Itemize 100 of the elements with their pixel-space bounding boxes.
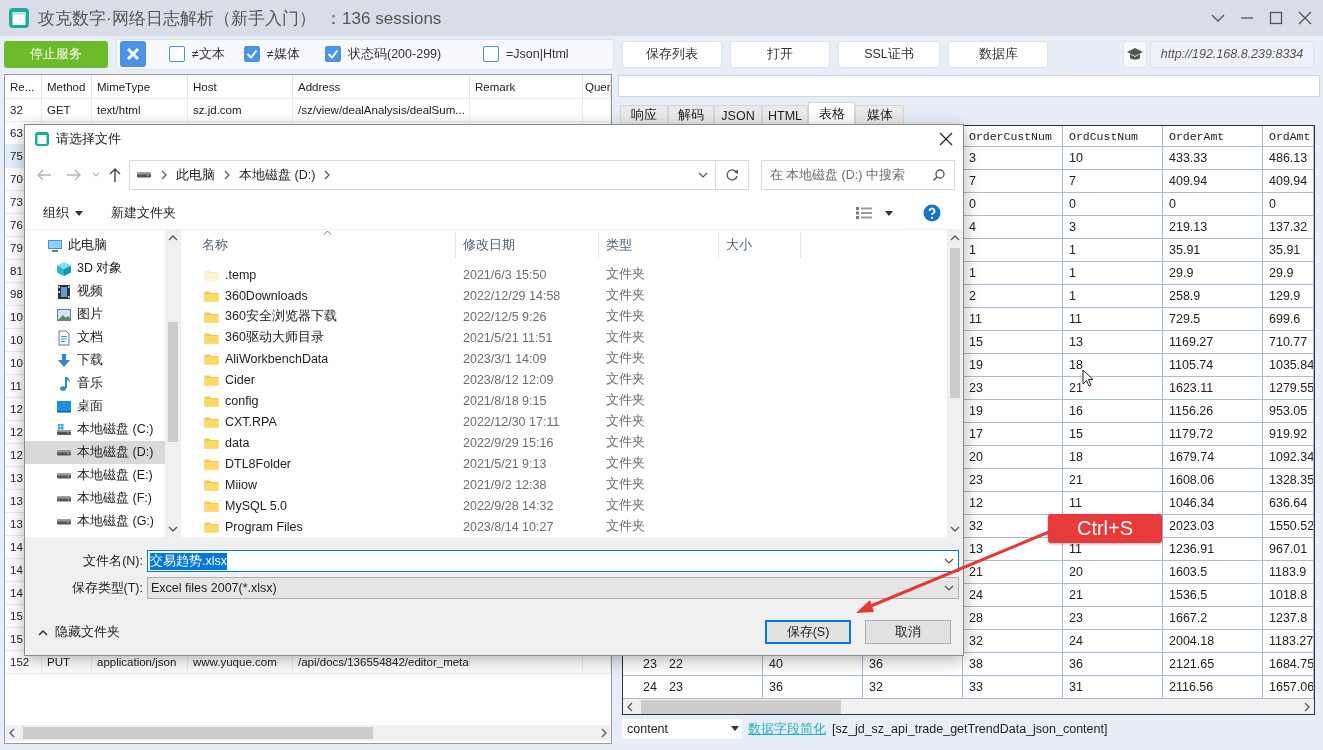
modified-date: 2021/8/18 9:15 bbox=[462, 393, 548, 408]
chevron-right-icon bbox=[223, 170, 231, 180]
file-row[interactable]: AliWorkbenchData 2023/3/1 14:09 文件夹 bbox=[183, 348, 947, 369]
breadcrumb[interactable]: 此电脑 bbox=[176, 166, 215, 184]
search-field[interactable]: 在 本地磁盘 (D:) 中搜索 bbox=[760, 160, 955, 190]
table-cell: 1 bbox=[1069, 243, 1076, 257]
scrollbar-thumb[interactable] bbox=[950, 248, 960, 398]
tab[interactable]: HTML bbox=[762, 105, 808, 125]
checkbox-label: 状态码(200-299) bbox=[348, 45, 442, 63]
table-cell: 29.9 bbox=[1269, 266, 1294, 280]
toolbar-button[interactable]: 保存列表 bbox=[622, 40, 722, 68]
checkbox[interactable] bbox=[483, 46, 499, 62]
tree-item[interactable]: 本地磁盘 (G:) bbox=[25, 510, 165, 533]
tree-item[interactable]: 此电脑 bbox=[25, 234, 165, 257]
close-icon[interactable] bbox=[939, 132, 953, 146]
up-arrow-icon[interactable] bbox=[107, 167, 123, 183]
maximize-icon[interactable] bbox=[1268, 10, 1284, 26]
file-row[interactable]: 360安全浏览器下载 2022/12/5 9:26 文件夹 bbox=[183, 306, 947, 327]
tab[interactable]: 解码 bbox=[668, 105, 714, 125]
tab[interactable]: 响应 bbox=[620, 105, 668, 125]
file-row[interactable]: 360驱动大师目录 2021/5/21 11:51 文件夹 bbox=[183, 327, 947, 348]
file-row[interactable]: DTL8Folder 2021/5/21 9:13 文件夹 bbox=[183, 453, 947, 474]
forward-arrow-icon[interactable] bbox=[65, 167, 83, 183]
table-cell: 1237.8 bbox=[1269, 611, 1308, 625]
file-name: DTL8Folder bbox=[225, 456, 291, 471]
file-row[interactable]: data 2022/9/29 15:16 文件夹 bbox=[183, 432, 947, 453]
table-cell: 10 bbox=[10, 334, 23, 346]
session-row[interactable]: 32 GET text/html sz.jd.com /sz/view/dealAnalysis/dealSum... bbox=[5, 99, 611, 122]
save-button[interactable]: 保存(S) bbox=[765, 620, 851, 644]
server-url-field[interactable]: http://192.168.8.239:8334 bbox=[1150, 40, 1314, 68]
clear-button[interactable] bbox=[120, 41, 146, 67]
table-cell: 3 bbox=[1069, 220, 1076, 234]
tree-item[interactable]: 本地磁盘 (C:) bbox=[25, 418, 165, 441]
tree-item[interactable]: 文档 bbox=[25, 326, 165, 349]
file-name-field[interactable]: 交易趋势.xlsx bbox=[147, 550, 959, 572]
table-cell: 40 bbox=[769, 657, 783, 671]
scrollbar-thumb[interactable] bbox=[641, 699, 841, 714]
column-header[interactable]: 类型 bbox=[606, 236, 632, 254]
tree-item[interactable]: 本地磁盘 (D:) bbox=[25, 441, 165, 464]
file-row[interactable]: 360Downloads 2022/12/29 14:58 文件夹 bbox=[183, 285, 947, 306]
scrollbar[interactable] bbox=[947, 230, 963, 537]
tree-item[interactable]: 本地磁盘 (F:) bbox=[25, 487, 165, 510]
cancel-button[interactable]: 取消 bbox=[865, 620, 951, 644]
help-icon[interactable] bbox=[923, 204, 941, 222]
table-cell: 12 bbox=[969, 496, 983, 510]
file-row[interactable]: Miiow 2021/9/2 12:38 文件夹 bbox=[183, 474, 947, 495]
new-folder-button[interactable]: 新建文件夹 bbox=[111, 204, 176, 222]
table-cell: 98 bbox=[10, 288, 23, 300]
tree-item[interactable]: 视频 bbox=[25, 280, 165, 303]
tab[interactable]: JSON bbox=[714, 105, 762, 125]
file-row[interactable]: CXT.RPA 2022/12/30 17:11 文件夹 bbox=[183, 411, 947, 432]
organize-menu[interactable]: 组织 bbox=[43, 204, 83, 222]
file-type-dropdown[interactable]: Excel files 2007(*.xlsx) bbox=[147, 577, 959, 599]
table-cell: www.yuque.com bbox=[193, 656, 277, 668]
file-type: 文件夹 bbox=[605, 476, 646, 493]
tree-item[interactable]: 本地磁盘 (E:) bbox=[25, 464, 165, 487]
drive-icon bbox=[56, 518, 72, 525]
scrollbar-thumb[interactable] bbox=[23, 727, 373, 739]
tree-item[interactable]: 3D 对象 bbox=[25, 257, 165, 280]
toolbar-button[interactable]: 打开 bbox=[730, 40, 830, 68]
view-options-icon[interactable] bbox=[855, 206, 873, 220]
tree-item[interactable]: 图片 bbox=[25, 303, 165, 326]
back-arrow-icon[interactable] bbox=[35, 167, 53, 183]
column-header[interactable]: 大小 bbox=[726, 236, 752, 254]
file-name: MySQL 5.0 bbox=[225, 498, 288, 513]
file-row[interactable]: Program Files 2023/8/14 10:27 文件夹 bbox=[183, 516, 947, 537]
file-row[interactable]: config 2021/8/18 9:15 文件夹 bbox=[183, 390, 947, 411]
chevron-right-icon bbox=[323, 170, 332, 180]
column-header[interactable]: 名称 bbox=[202, 236, 228, 254]
file-row[interactable]: Cider 2023/8/12 12:09 文件夹 bbox=[183, 369, 947, 390]
caret-down-icon[interactable] bbox=[885, 210, 893, 216]
column-header[interactable]: 修改日期 bbox=[463, 236, 515, 254]
field-dropdown[interactable]: content bbox=[622, 719, 742, 739]
file-row[interactable]: .temp 2021/6/3 15:50 文件夹 bbox=[183, 264, 947, 285]
tree-item[interactable]: 桌面 bbox=[25, 395, 165, 418]
help-button[interactable] bbox=[1123, 40, 1147, 68]
tree-item[interactable]: 下载 bbox=[25, 349, 165, 372]
table-cell: 1092.34 bbox=[1269, 450, 1313, 464]
scrollbar[interactable] bbox=[165, 230, 181, 537]
address-bar[interactable]: 此电脑 本地磁盘 (D:) bbox=[129, 160, 717, 190]
hide-folders-toggle[interactable]: 隐藏文件夹 bbox=[37, 623, 120, 641]
checkbox[interactable] bbox=[244, 46, 260, 62]
file-type: 文件夹 bbox=[605, 455, 646, 472]
table-cell: 32 bbox=[969, 519, 983, 533]
file-type: 文件夹 bbox=[605, 266, 646, 283]
text-field[interactable] bbox=[618, 75, 1320, 97]
modified-date: 2021/5/21 11:51 bbox=[462, 330, 554, 345]
refresh-button[interactable] bbox=[716, 160, 749, 190]
tab[interactable]: 媒体 bbox=[855, 105, 904, 125]
scrollbar-thumb[interactable] bbox=[168, 322, 178, 442]
table-cell: 1550.52 bbox=[1269, 519, 1313, 533]
drive-icon bbox=[56, 421, 72, 438]
toolbar-button[interactable]: 数据库 bbox=[948, 40, 1048, 68]
checkbox[interactable] bbox=[169, 46, 185, 62]
toolbar-button[interactable]: SSL证书 bbox=[838, 40, 940, 68]
breadcrumb[interactable]: 本地磁盘 (D:) bbox=[239, 166, 316, 184]
tree-item[interactable]: 音乐 bbox=[25, 372, 165, 395]
file-row[interactable]: MySQL 5.0 2022/9/28 14:32 文件夹 bbox=[183, 495, 947, 516]
tab[interactable]: 表格 bbox=[808, 102, 855, 125]
checkbox[interactable] bbox=[325, 46, 341, 62]
